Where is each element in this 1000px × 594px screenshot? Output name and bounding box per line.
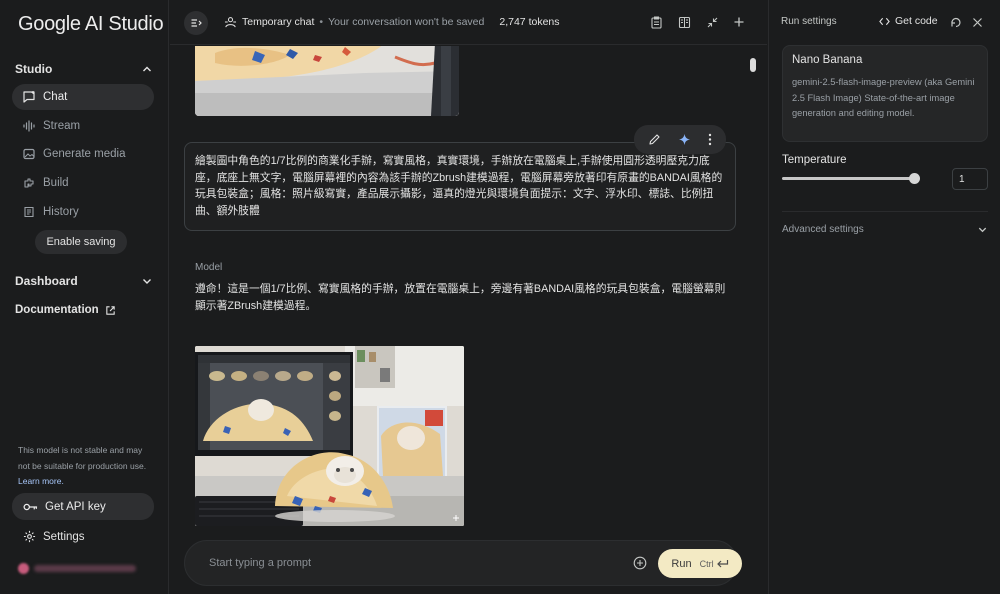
sidebar-item-build[interactable]: Build: [12, 170, 154, 196]
sidebar-item-label: Build: [43, 177, 69, 189]
sidebar-item-label: Stream: [43, 120, 81, 132]
sidebar-item-generate-media[interactable]: Generate media: [12, 141, 154, 167]
get-api-key-button[interactable]: Get API key: [12, 493, 154, 520]
studio-section-header[interactable]: Studio: [15, 60, 154, 78]
reset-settings-icon[interactable]: [950, 15, 962, 33]
message-actions: [634, 125, 726, 154]
compress-icon[interactable]: [705, 15, 719, 29]
token-count: 2,747 tokens: [499, 16, 560, 28]
external-link-icon: [105, 305, 115, 315]
toggle-sidebar-button[interactable]: [184, 11, 208, 35]
enable-saving-button[interactable]: Enable saving: [35, 230, 127, 254]
sidebar-item-label: Generate media: [43, 148, 126, 160]
reference-image[interactable]: [195, 46, 459, 116]
get-code-button[interactable]: Get code: [879, 15, 938, 27]
stream-icon: [23, 120, 35, 132]
sidebar: Google AI Studio Studio Chat Stream Gene…: [0, 0, 169, 594]
settings-label: Settings: [43, 530, 85, 543]
prompt-bar: Run Ctrl: [184, 540, 742, 586]
run-shortcut: Ctrl: [700, 559, 729, 569]
run-button[interactable]: Run Ctrl: [658, 549, 742, 578]
build-icon: [24, 178, 34, 188]
model-description: gemini-2.5-flash-image-preview (aka Gemi…: [792, 77, 975, 118]
chat-scrollbar[interactable]: [750, 58, 756, 524]
chat-area: 繪製圖中角色的1/7比例的商業化手辦，寫實風格，真實環境，手辦放在電腦桌上,手辦…: [170, 46, 767, 594]
user-message[interactable]: 繪製圖中角色的1/7比例的商業化手辦，寫實風格，真實環境，手辦放在電腦桌上,手辦…: [184, 142, 736, 231]
user-message-text: 繪製圖中角色的1/7比例的商業化手辦，寫實風格，真實環境，手辦放在電腦桌上,手辦…: [195, 155, 723, 217]
generated-image[interactable]: [195, 346, 464, 526]
model-response-text: 遵命！這是一個1/7比例、寫實風格的手辦，放置在電腦桌上，旁邊有著BANDAI風…: [195, 283, 726, 312]
chevron-down-icon: [978, 227, 987, 233]
run-settings-title: Run settings: [781, 16, 837, 27]
model-selector-card[interactable]: Nano Banana gemini-2.5-flash-image-previ…: [782, 45, 988, 142]
get-api-key-label: Get API key: [45, 500, 106, 513]
close-icon[interactable]: [972, 15, 983, 33]
code-icon: [879, 17, 890, 25]
add-media-icon[interactable]: [632, 555, 648, 571]
chevron-down-icon: [140, 274, 154, 288]
model-note-text: This model is not stable and may not be …: [18, 445, 147, 471]
chevron-up-icon: [140, 62, 154, 76]
sidebar-item-history[interactable]: History: [12, 199, 154, 225]
history-icon: [24, 206, 34, 218]
run-settings-panel: Run settings Get code Nano Banana gemini…: [768, 0, 1000, 594]
media-icon: [23, 148, 35, 160]
avatar: [18, 562, 29, 574]
key-icon: [23, 503, 38, 510]
compare-icon[interactable]: [677, 15, 691, 29]
account-email-redacted: [34, 564, 136, 572]
settings-button[interactable]: Settings: [23, 530, 85, 543]
temperature-slider-track[interactable]: [782, 177, 914, 180]
sparkle-rerun-icon[interactable]: [678, 133, 691, 146]
chat-title: Temporary chat • Your conversation won't…: [224, 16, 560, 28]
learn-more-link[interactable]: Learn more.: [18, 476, 64, 486]
studio-section-label: Studio: [15, 62, 53, 76]
new-chat-plus-icon[interactable]: [732, 15, 746, 29]
temperature-slider-thumb[interactable]: [909, 173, 920, 184]
divider: [782, 211, 988, 212]
chat-icon: [23, 91, 35, 103]
sidebar-toggle-icon: [191, 19, 202, 27]
edit-icon[interactable]: [648, 133, 661, 146]
advanced-settings-label: Advanced settings: [782, 224, 864, 235]
get-code-label: Get code: [895, 15, 938, 27]
sidebar-item-chat[interactable]: Chat: [12, 84, 154, 110]
run-label: Run: [671, 557, 692, 570]
top-bar: Temporary chat • Your conversation won't…: [170, 0, 767, 45]
advanced-settings-toggle[interactable]: Advanced settings: [782, 224, 988, 235]
dashboard-section-header[interactable]: Dashboard: [15, 272, 154, 290]
scrollbar-thumb[interactable]: [750, 58, 756, 72]
documentation-link[interactable]: Documentation: [15, 304, 116, 316]
temperature-label: Temperature: [782, 154, 847, 166]
title-separator: •: [319, 16, 324, 28]
model-stability-note: This model is not stable and may not be …: [18, 443, 148, 490]
run-shortcut-label: Ctrl: [699, 558, 714, 569]
documentation-label: Documentation: [15, 304, 99, 316]
gear-icon: [23, 530, 36, 543]
sidebar-item-stream[interactable]: Stream: [12, 113, 154, 139]
more-options-icon[interactable]: [708, 133, 712, 146]
prompt-input[interactable]: [209, 552, 589, 574]
model-name: Nano Banana: [792, 54, 863, 66]
sidebar-item-label: Chat: [43, 91, 68, 103]
dashboard-label: Dashboard: [15, 274, 78, 288]
enter-key-icon: [716, 559, 728, 567]
sidebar-item-label: History: [43, 206, 79, 218]
app-logo[interactable]: Google AI Studio: [18, 13, 164, 36]
model-role-label: Model: [195, 262, 223, 273]
chat-title-label: Temporary chat: [242, 16, 315, 28]
temperature-value-input[interactable]: 1: [952, 168, 988, 190]
temporary-chat-icon: [224, 17, 237, 28]
clipboard-icon[interactable]: [649, 15, 663, 29]
account-switcher[interactable]: [18, 562, 136, 574]
chat-subtitle: Your conversation won't be saved: [328, 16, 485, 28]
